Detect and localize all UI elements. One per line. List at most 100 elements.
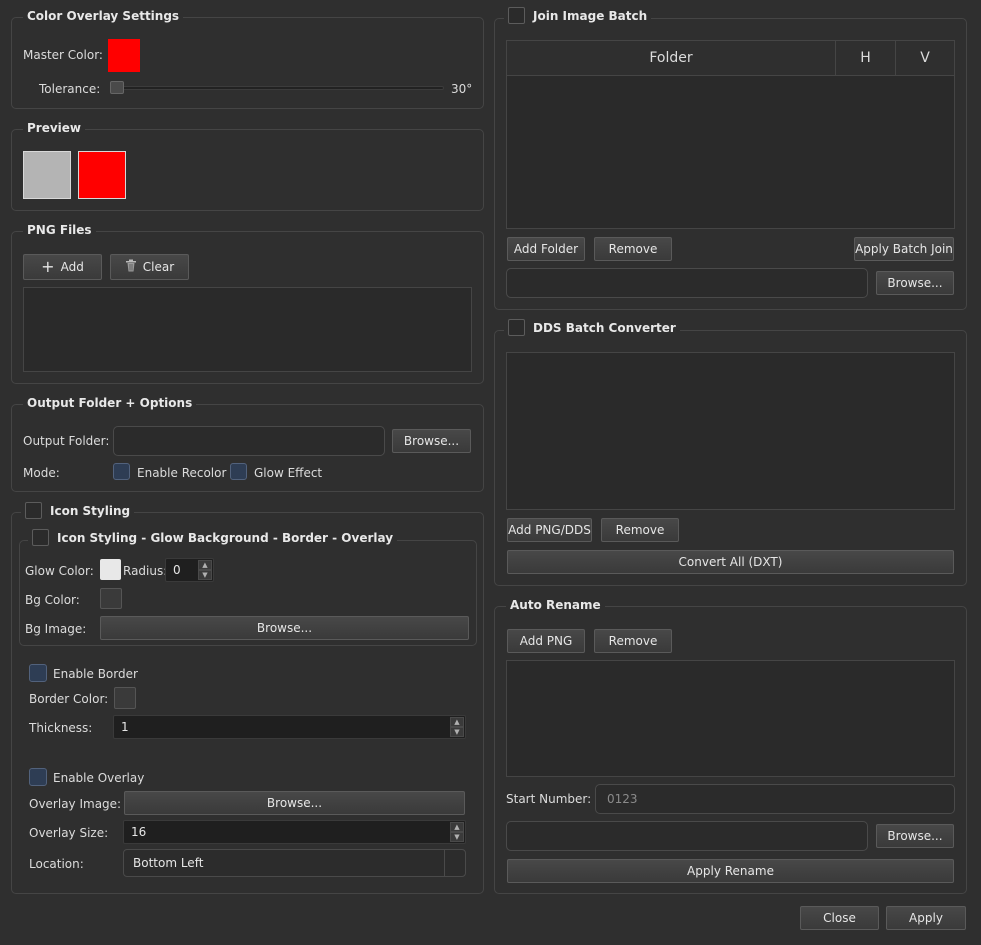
mode-label: Mode: [23,466,60,480]
output-folder-label: Output Folder: [23,434,110,448]
rename-path-input[interactable] [506,821,868,851]
overlay-size-up-icon[interactable]: ▲ [450,822,464,832]
join-browse-button[interactable]: Browse... [876,271,954,295]
master-color-label: Master Color: [23,48,103,62]
tolerance-slider-handle[interactable] [110,81,124,94]
apply-batch-join-button[interactable]: Apply Batch Join [854,237,954,261]
apply-rename-button[interactable]: Apply Rename [507,859,954,883]
join-batch-table-header: Folder H V [507,41,954,76]
thickness-spinbox[interactable]: 1 ▲ ▼ [113,715,466,739]
location-select[interactable]: Bottom Left [123,849,466,877]
column-header-v[interactable]: V [896,41,954,75]
thickness-up-icon[interactable]: ▲ [450,717,464,727]
rename-browse-button[interactable]: Browse... [876,824,954,848]
overlay-size-down-icon[interactable]: ▼ [450,832,464,842]
rename-remove-button[interactable]: Remove [594,629,672,653]
enable-border-label[interactable]: Enable Border [53,666,138,682]
rename-file-list[interactable] [506,660,955,777]
radius-label: Radius: [123,564,168,578]
glow-color-swatch[interactable] [100,559,121,580]
dds-file-list[interactable] [506,352,955,510]
start-number-input[interactable]: 0123 [595,784,955,814]
join-batch-title: Join Image Batch [533,8,648,23]
plus-icon: + [41,257,55,276]
auto-rename-title: Auto Rename [506,597,605,613]
tolerance-label: Tolerance: [39,82,101,96]
close-button[interactable]: Close [800,906,879,930]
location-value: Bottom Left [133,856,204,870]
radius-arrows: ▲ ▼ [198,560,212,580]
overlay-image-browse-button[interactable]: Browse... [124,791,465,815]
png-files-list[interactable] [23,287,472,372]
overlay-size-arrows: ▲ ▼ [450,822,464,842]
enable-recolor-label[interactable]: Enable Recolor [137,465,226,481]
border-color-label: Border Color: [29,692,109,706]
add-png-button-label: Add [60,260,84,274]
rename-add-png-button[interactable]: Add PNG [507,629,585,653]
dds-checkbox[interactable] [508,319,525,336]
join-batch-header: Join Image Batch [504,7,652,24]
thickness-value: 1 [121,720,129,734]
radius-value: 0 [173,563,181,577]
output-browse-button[interactable]: Browse... [392,429,471,453]
icon-styling-sub-header: Icon Styling - Glow Background - Border … [28,529,398,546]
enable-overlay-label[interactable]: Enable Overlay [53,770,144,786]
color-overlay-title: Color Overlay Settings [23,8,184,24]
join-remove-button[interactable]: Remove [594,237,672,261]
glow-effect-label[interactable]: Glow Effect [254,465,322,481]
icon-styling-title: Icon Styling [50,503,131,518]
thickness-arrows: ▲ ▼ [450,717,464,737]
join-path-input[interactable] [506,268,868,298]
trash-icon [125,259,137,275]
bg-color-swatch[interactable] [100,588,122,609]
convert-all-button[interactable]: Convert All (DXT) [507,550,954,574]
add-png-button[interactable]: + Add [23,254,102,280]
dds-header: DDS Batch Converter [504,319,680,336]
enable-border-checkbox[interactable] [29,664,47,682]
icon-styling-checkbox[interactable] [25,502,42,519]
icon-styling-header: Icon Styling [21,502,135,519]
icon-styling-sub-checkbox[interactable] [32,529,49,546]
radius-up-icon[interactable]: ▲ [198,560,212,570]
bg-image-label: Bg Image: [25,622,87,636]
overlay-size-spinbox[interactable]: 16 ▲ ▼ [123,820,466,844]
dds-title: DDS Batch Converter [533,320,676,335]
add-folder-button[interactable]: Add Folder [507,237,585,261]
bg-color-label: Bg Color: [25,593,80,607]
preview-original-swatch [23,151,71,199]
enable-overlay-checkbox[interactable] [29,768,47,786]
master-color-swatch[interactable] [108,39,140,72]
preview-title: Preview [23,120,86,136]
preview-result-swatch [78,151,126,199]
dds-remove-button[interactable]: Remove [601,518,679,542]
clear-png-button-label: Clear [142,260,175,274]
location-label: Location: [29,857,84,871]
tolerance-slider[interactable] [110,80,444,96]
column-header-folder[interactable]: Folder [507,41,836,75]
overlay-size-label: Overlay Size: [29,826,109,840]
apply-button[interactable]: Apply [886,906,966,930]
icon-styling-sub-title: Icon Styling - Glow Background - Border … [57,530,394,545]
png-files-title: PNG Files [23,222,96,238]
thickness-down-icon[interactable]: ▼ [450,727,464,737]
tolerance-value: 30° [451,82,473,96]
location-dropdown-divider [444,850,445,876]
add-png-dds-button[interactable]: Add PNG/DDS [507,518,592,542]
thickness-label: Thickness: [29,721,93,735]
start-number-label: Start Number: [506,792,592,806]
radius-down-icon[interactable]: ▼ [198,570,212,580]
join-batch-checkbox[interactable] [508,7,525,24]
start-number-placeholder: 0123 [607,792,638,806]
tolerance-slider-groove [110,86,444,90]
column-header-h[interactable]: H [836,41,896,75]
glow-color-label: Glow Color: [25,564,94,578]
radius-spinbox[interactable]: 0 ▲ ▼ [165,558,214,582]
join-batch-table[interactable]: Folder H V [506,40,955,229]
output-folder-input[interactable] [113,426,385,456]
enable-recolor-checkbox[interactable] [113,463,130,480]
clear-png-button[interactable]: Clear [110,254,189,280]
border-color-swatch[interactable] [114,687,136,709]
bg-image-browse-button[interactable]: Browse... [100,616,469,640]
overlay-image-label: Overlay Image: [29,797,122,811]
glow-effect-checkbox[interactable] [230,463,247,480]
